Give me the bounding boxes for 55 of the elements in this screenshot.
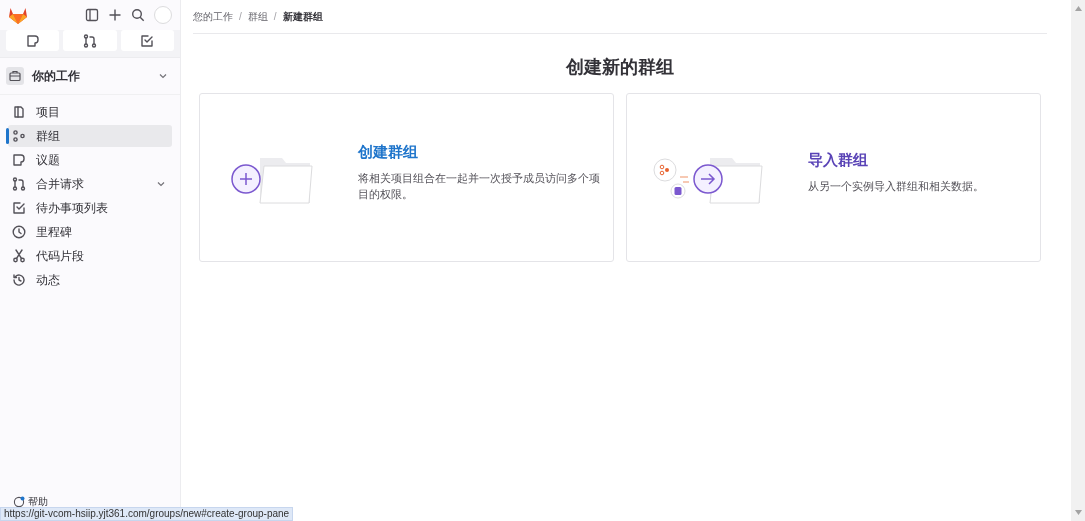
sidebar-item-label: 动态 (36, 272, 60, 289)
sidebar-item[interactable]: 动态 (8, 269, 172, 291)
briefcase-icon (6, 67, 24, 85)
breadcrumb-link[interactable]: 您的工作 (193, 9, 233, 24)
group-icon (11, 128, 27, 144)
sidebar-item[interactable]: 里程碑 (8, 221, 172, 243)
chevron-down-icon (156, 179, 166, 189)
sidebar-toggle-icon[interactable] (85, 8, 99, 22)
breadcrumb-link[interactable]: 群组 (247, 9, 268, 24)
sidebar-item-label: 代码片段 (36, 248, 84, 265)
project-icon (11, 104, 27, 120)
scroll-up-icon[interactable] (1074, 6, 1082, 11)
breadcrumb-separator: / (239, 10, 242, 24)
merge-request-icon (82, 32, 98, 49)
shortcut-button[interactable] (120, 30, 174, 51)
checkbox-icon (11, 200, 27, 216)
issue-icon (11, 152, 27, 168)
scissors-icon (11, 248, 27, 264)
search-icon[interactable] (131, 8, 145, 22)
scroll-down-icon[interactable] (1074, 510, 1082, 515)
sidebar-item[interactable]: 代码片段 (8, 245, 172, 267)
sidebar-item[interactable]: 项目 (8, 101, 172, 123)
help-icon[interactable] (13, 495, 25, 508)
sidebar-item-label: 议题 (36, 152, 60, 169)
card-description: 从另一个实例导入群组和相关数据。 (808, 178, 984, 194)
help-link[interactable]: 帮助 (28, 494, 48, 509)
sidebar-item[interactable]: 合并请求 (8, 173, 172, 195)
option-card[interactable]: 导入群组 从另一个实例导入群组和相关数据。 (626, 93, 1041, 262)
shortcut-button[interactable] (6, 30, 60, 51)
page-title: 创建新的群组 (565, 56, 675, 79)
card-description: 将相关项目组合在一起并一次授予成员访问多个项目的权限。 (358, 170, 601, 202)
chevron-down-icon (158, 71, 168, 81)
sidebar-item-label: 群组 (36, 128, 60, 145)
breadcrumb-link[interactable]: 新建群组 (282, 9, 323, 24)
section-header[interactable]: 你的工作 (6, 66, 174, 86)
sidebar-item[interactable]: 议题 (8, 149, 172, 171)
sidebar-item-label: 里程碑 (36, 224, 72, 241)
fox-logo[interactable] (8, 5, 28, 25)
card-title[interactable]: 创建群组 (358, 141, 605, 164)
clock-icon (11, 224, 27, 240)
breadcrumb-separator: / (273, 10, 277, 24)
plus-icon[interactable] (108, 8, 122, 22)
status-bar: https://git-vcom-hsiip.yjt361.com/groups/new#create-group-pane (0, 507, 294, 521)
sidebar-item[interactable]: 群组 (8, 125, 172, 147)
merge-request-icon (11, 176, 27, 192)
sidebar-item-label: 待办事项列表 (36, 200, 108, 217)
history-icon (11, 272, 27, 288)
option-card[interactable]: 创建群组 将相关项目组合在一起并一次授予成员访问多个项目的权限。 (199, 93, 614, 262)
sidebar-item[interactable]: 待办事项列表 (8, 197, 172, 219)
checkbox-icon (139, 32, 156, 49)
sidebar-item-label: 项目 (36, 104, 60, 121)
issue-icon (24, 32, 41, 49)
card-title[interactable]: 导入群组 (808, 149, 984, 172)
sidebar-item-label: 合并请求 (36, 176, 84, 193)
shortcut-button[interactable] (63, 30, 117, 51)
